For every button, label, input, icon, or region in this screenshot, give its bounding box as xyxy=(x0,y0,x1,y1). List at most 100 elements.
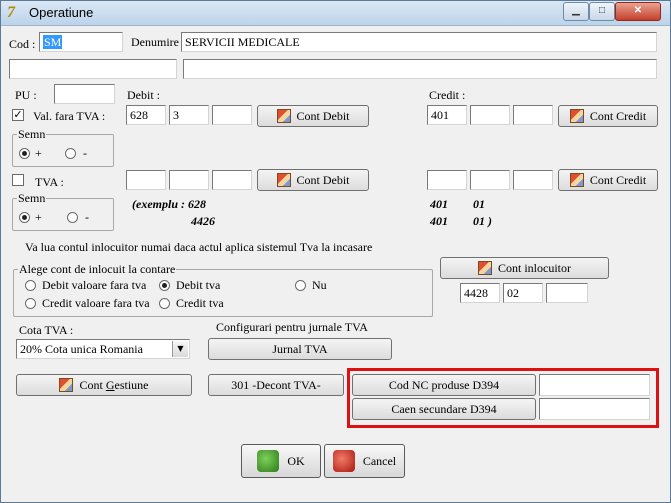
credit-account-2[interactable] xyxy=(470,105,510,125)
cont-inlocuitor-label: Cont inlocuitor xyxy=(498,260,571,275)
example-right-line2a: 401 xyxy=(430,214,448,228)
debit-tva-label: Debit tva xyxy=(176,278,221,292)
semn1-minus-label: - xyxy=(83,146,87,160)
jurnal-tva-button[interactable]: Jurnal TVA xyxy=(208,338,392,360)
credit-account-1[interactable]: 401 xyxy=(427,105,467,125)
cont-gestiune-accesskey: G xyxy=(105,377,115,392)
maximize-button[interactable]: □ xyxy=(589,2,615,21)
debit-account-3[interactable] xyxy=(212,105,252,125)
dropdown-arrow-icon[interactable]: ▼ xyxy=(172,341,188,357)
title-bar[interactable]: 7 Operatiune ▁ □ ✕ xyxy=(1,1,670,26)
nu-radio[interactable] xyxy=(295,280,306,291)
semn-title: Semn xyxy=(17,127,47,142)
ok-label: OK xyxy=(287,453,305,468)
debit-valoare-radio[interactable] xyxy=(25,280,36,291)
example-right-line2b: 01 ) xyxy=(473,214,492,228)
semn1-plus-label: + xyxy=(35,146,42,160)
val-fara-tva-checkbox[interactable]: ✓ xyxy=(12,109,24,121)
tva-cont-debit-button[interactable]: Cont Debit xyxy=(257,169,369,191)
extra-input-left[interactable] xyxy=(9,59,177,79)
tva-debit-1[interactable] xyxy=(126,170,166,190)
nu-label: Nu xyxy=(312,278,327,292)
credit-valoare-radio[interactable] xyxy=(25,298,36,309)
tva-cont-debit-label: Cont Debit xyxy=(296,172,350,187)
close-button[interactable]: ✕ xyxy=(615,2,661,21)
tva-credit-3[interactable] xyxy=(513,170,553,190)
decont-tva-button[interactable]: 301 -Decont TVA- xyxy=(208,374,344,396)
thumbs-up-icon xyxy=(257,450,280,472)
cod-input[interactable]: SM xyxy=(39,32,123,52)
semn1-plus-radio[interactable] xyxy=(19,148,30,159)
cota-tva-label: Cota TVA : xyxy=(19,323,74,337)
cod-nc-input[interactable] xyxy=(539,374,650,396)
tva-label: TVA : xyxy=(35,175,64,189)
credit-account-3[interactable] xyxy=(513,105,553,125)
semn2-plus-label: + xyxy=(35,210,42,224)
cod-nc-label: Cod NC produse D394 xyxy=(388,377,500,392)
tva-credit-1[interactable] xyxy=(427,170,467,190)
semn-title: Semn xyxy=(17,191,47,206)
account-icon xyxy=(59,378,74,392)
pu-input[interactable] xyxy=(54,84,115,104)
account-icon xyxy=(569,109,584,123)
cancel-button[interactable]: Cancel xyxy=(324,444,405,478)
credit-valoare-label: Credit valoare fara tva xyxy=(42,296,150,310)
caen-label: Caen secundare D394 xyxy=(391,401,497,416)
window-title: Operatiune xyxy=(29,5,94,20)
cont-debit-label: Cont Debit xyxy=(296,108,350,123)
thumbs-down-icon xyxy=(332,450,355,472)
tva-cont-credit-button[interactable]: Cont Credit xyxy=(558,169,658,191)
semn1-minus-radio[interactable] xyxy=(65,148,76,159)
credit-tva-radio[interactable] xyxy=(159,298,170,309)
jurnale-label: Configurari pentru jurnale TVA xyxy=(216,320,368,334)
tva-debit-2[interactable] xyxy=(169,170,209,190)
debit-label: Debit : xyxy=(127,88,160,102)
cod-nc-button[interactable]: Cod NC produse D394 xyxy=(352,374,536,396)
tva-credit-2[interactable] xyxy=(470,170,510,190)
tva-cont-credit-label: Cont Credit xyxy=(589,172,647,187)
inlocuitor-account-1[interactable]: 4428 xyxy=(460,283,500,303)
semn2-minus-radio[interactable] xyxy=(67,212,78,223)
denumire-input[interactable]: SERVICII MEDICALE xyxy=(181,32,657,52)
cota-tva-value: 20% Cota unica Romania xyxy=(20,342,143,356)
debit-valoare-label: Debit valoare fara tva xyxy=(42,278,147,292)
inlocuit-title: Alege cont de inlocuit la contare xyxy=(18,262,177,277)
debit-tva-radio[interactable] xyxy=(159,280,170,291)
inlocuitor-account-3[interactable] xyxy=(546,283,588,303)
cont-debit-button[interactable]: Cont Debit xyxy=(257,105,369,127)
cont-gestiune-text-1: Cont xyxy=(79,377,106,392)
debit-account-1[interactable]: 628 xyxy=(126,105,166,125)
cont-gestiune-text-2: estiune xyxy=(114,377,149,392)
cod-label: Cod : xyxy=(9,37,36,51)
cota-tva-select[interactable]: 20% Cota unica Romania ▼ xyxy=(16,339,190,359)
debit-account-2[interactable]: 3 xyxy=(169,105,209,125)
semn2-plus-radio[interactable] xyxy=(19,212,30,223)
cont-credit-button[interactable]: Cont Credit xyxy=(558,105,658,127)
operatiune-window: 7 Operatiune ▁ □ ✕ Cod : SM Denumire SER… xyxy=(0,0,671,503)
example-left-line1: (exemplu : 628 xyxy=(132,197,206,211)
ok-button[interactable]: OK xyxy=(241,444,321,478)
app-icon: 7 xyxy=(7,4,15,21)
caen-button[interactable]: Caen secundare D394 xyxy=(352,398,536,420)
info-text: Va lua contul inlocuitor numai daca actu… xyxy=(25,240,373,254)
credit-tva-label: Credit tva xyxy=(176,296,224,310)
caen-input[interactable] xyxy=(539,398,650,420)
minimize-button[interactable]: ▁ xyxy=(563,2,589,21)
credit-label: Credit : xyxy=(429,88,466,102)
cont-gestiune-button[interactable]: Cont Gestiune xyxy=(16,374,192,396)
jurnal-tva-label: Jurnal TVA xyxy=(272,341,328,356)
account-icon xyxy=(478,261,492,275)
account-icon xyxy=(276,109,291,123)
tva-checkbox[interactable] xyxy=(12,174,24,186)
cont-gestiune-label: Cont Gestiune xyxy=(79,378,148,393)
semn2-minus-label: - xyxy=(85,210,89,224)
example-right-line1b: 01 xyxy=(473,197,485,211)
denumire-label: Denumire xyxy=(131,35,179,49)
inlocuitor-account-2[interactable]: 02 xyxy=(503,283,543,303)
val-fara-tva-label: Val. fara TVA : xyxy=(33,109,106,123)
cont-credit-label: Cont Credit xyxy=(589,108,647,123)
cont-inlocuitor-button[interactable]: Cont inlocuitor xyxy=(440,257,609,279)
example-left-line2: 4426 xyxy=(191,214,215,228)
extra-input-right[interactable] xyxy=(183,59,657,79)
tva-debit-3[interactable] xyxy=(212,170,252,190)
